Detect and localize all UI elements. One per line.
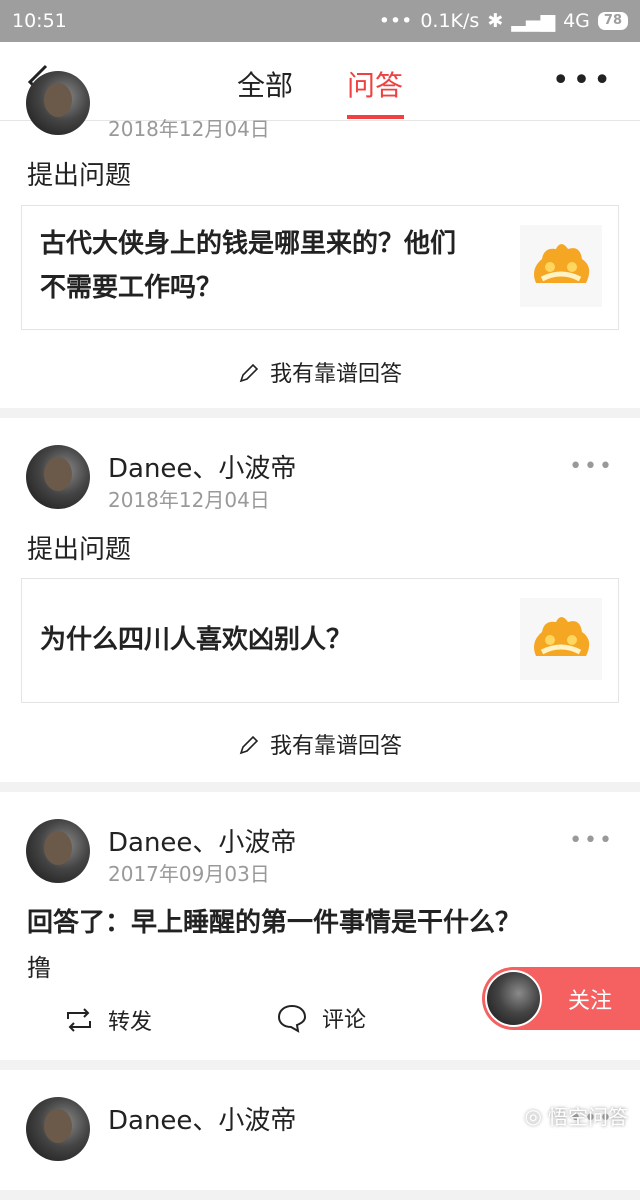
avatar[interactable] [26, 1097, 90, 1161]
avatar[interactable] [26, 71, 90, 135]
pencil-icon [239, 363, 259, 383]
more-options-icon[interactable]: ••• [552, 66, 614, 96]
feed: 2018年12月04日 提出问题 古代大侠身上的钱是哪里来的？他们不需要工作吗？… [0, 71, 640, 1200]
network-type: 4G [563, 10, 590, 32]
follow-label: 关注 [568, 989, 613, 1014]
avatar[interactable] [26, 819, 90, 883]
follow-button[interactable]: 关注 [482, 967, 640, 1030]
signal-icon: ▂▄▆ [511, 10, 556, 32]
repost-button[interactable]: 转发 [64, 1004, 152, 1036]
write-answer-label: 我有靠谱回答 [269, 734, 402, 759]
write-answer-link[interactable]: 我有靠谱回答 [0, 356, 640, 388]
comment-label: 评论 [322, 1008, 367, 1033]
status-right: ••• 0.1K/s ✱ ▂▄▆ 4G 78 [379, 10, 628, 32]
top-nav: 全部 问答 ••• [0, 42, 640, 121]
watermark-logo-icon: ◎ [524, 1103, 542, 1128]
post-date: 2018年12月04日 [108, 117, 270, 141]
write-answer-label: 我有靠谱回答 [269, 362, 402, 387]
post-date: 2017年09月03日 [108, 862, 270, 886]
card-more-icon[interactable]: ••• [569, 454, 614, 479]
repost-icon [67, 1008, 91, 1032]
tab-qa[interactable]: 问答 [347, 64, 403, 104]
write-answer-link[interactable]: 我有靠谱回答 [0, 728, 640, 760]
avatar[interactable] [26, 445, 90, 509]
status-time: 10:51 [12, 10, 67, 32]
user-name[interactable]: Danee、小波帝 [108, 1100, 296, 1137]
active-tab-indicator [347, 115, 404, 119]
post-date: 2018年12月04日 [108, 488, 270, 512]
tab-all[interactable]: 全部 [237, 64, 293, 104]
repost-label: 转发 [108, 1010, 153, 1035]
wukong-logo-icon [520, 225, 602, 307]
wukong-logo-icon [520, 598, 602, 680]
action-label: 提出问题 [27, 535, 132, 565]
pencil-icon [239, 735, 259, 755]
follow-avatar [485, 970, 542, 1027]
user-name[interactable]: Danee、小波帝 [108, 448, 296, 485]
user-name[interactable]: Danee、小波帝 [108, 822, 296, 859]
action-label: 提出问题 [27, 161, 132, 191]
watermark-text: 悟空问答 [548, 1105, 628, 1129]
question-card[interactable]: 为什么四川人喜欢凶别人？ [21, 578, 619, 703]
status-bar: 10:51 ••• 0.1K/s ✱ ▂▄▆ 4G 78 [0, 0, 640, 42]
card-more-icon[interactable]: ••• [569, 828, 614, 853]
battery-icon: 78 [597, 12, 628, 30]
answer-body[interactable]: 撸 [27, 948, 51, 983]
answer-title[interactable]: 回答了：早上睡醒的第一件事情是干什么？ [27, 902, 521, 939]
feed-card[interactable]: Danee、小波帝 ••• [0, 1070, 640, 1190]
bluetooth-icon: ✱ [487, 10, 504, 32]
watermark: ◎ 悟空问答 [525, 1101, 628, 1130]
comment-icon [277, 1004, 307, 1033]
question-text: 为什么四川人喜欢凶别人？ [40, 625, 353, 655]
question-text: 古代大侠身上的钱是哪里来的？他们不需要工作吗？ [40, 229, 457, 303]
comment-button[interactable]: 评论 [276, 1002, 366, 1034]
notification-dots-icon: ••• [378, 10, 413, 32]
feed-card[interactable]: Danee、小波帝 2018年12月04日 ••• 提出问题 为什么四川人喜欢凶… [0, 418, 640, 782]
feed-card[interactable]: 2018年12月04日 提出问题 古代大侠身上的钱是哪里来的？他们不需要工作吗？… [0, 71, 640, 408]
net-speed: 0.1K/s [420, 10, 480, 32]
question-card[interactable]: 古代大侠身上的钱是哪里来的？他们不需要工作吗？ [21, 205, 619, 330]
